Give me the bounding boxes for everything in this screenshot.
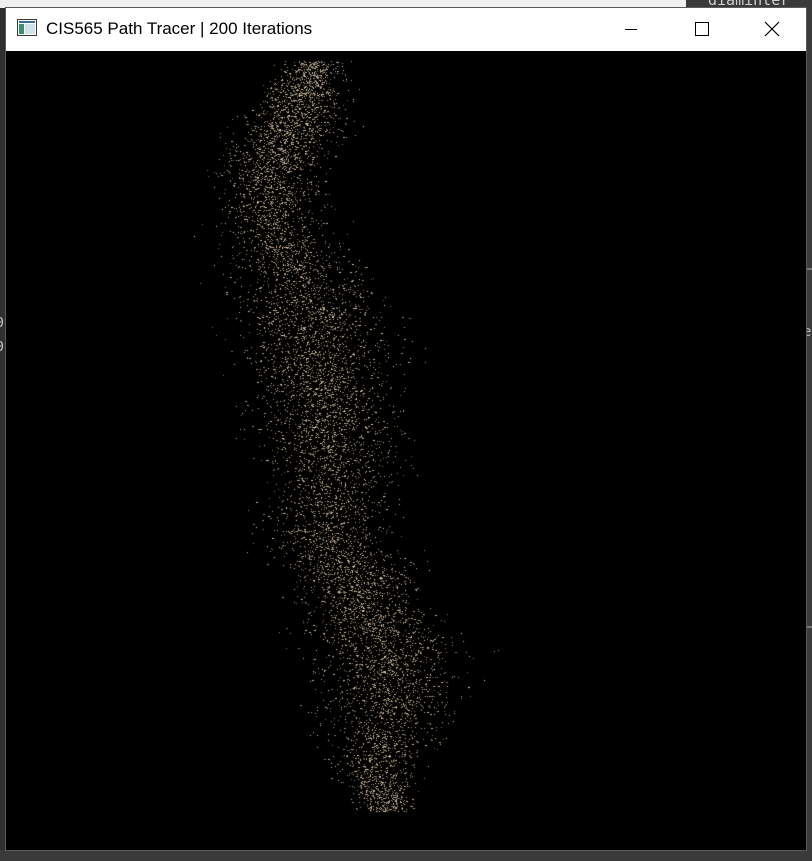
- background-bottom-bar: [0, 850, 812, 861]
- path-tracer-window: CIS565 Path Tracer | 200 Iterations: [6, 8, 806, 850]
- background-divider: [806, 626, 812, 628]
- background-left-text: 0: [0, 340, 4, 355]
- window-title: CIS565 Path Tracer | 200 Iterations: [46, 19, 313, 38]
- background-left-text: 0: [0, 316, 4, 331]
- path-traced-image: [6, 51, 806, 850]
- maximize-icon: [695, 22, 709, 36]
- minimize-button[interactable]: [596, 8, 666, 51]
- minimize-icon: [625, 29, 637, 30]
- background-window-tab: diaminter: [686, 0, 812, 8]
- background-tab-text: diaminter: [708, 0, 789, 8]
- background-right-window: [806, 8, 812, 861]
- title-bar[interactable]: CIS565 Path Tracer | 200 Iterations: [6, 8, 806, 51]
- background-divider: [806, 268, 812, 270]
- close-icon: [764, 21, 780, 37]
- maximize-button[interactable]: [666, 8, 736, 51]
- desktop: diaminter 0 0 e CIS565 Path Tracer | 200…: [0, 0, 812, 861]
- close-button[interactable]: [736, 8, 806, 51]
- render-viewport[interactable]: [6, 51, 806, 850]
- app-window-icon: [17, 19, 37, 36]
